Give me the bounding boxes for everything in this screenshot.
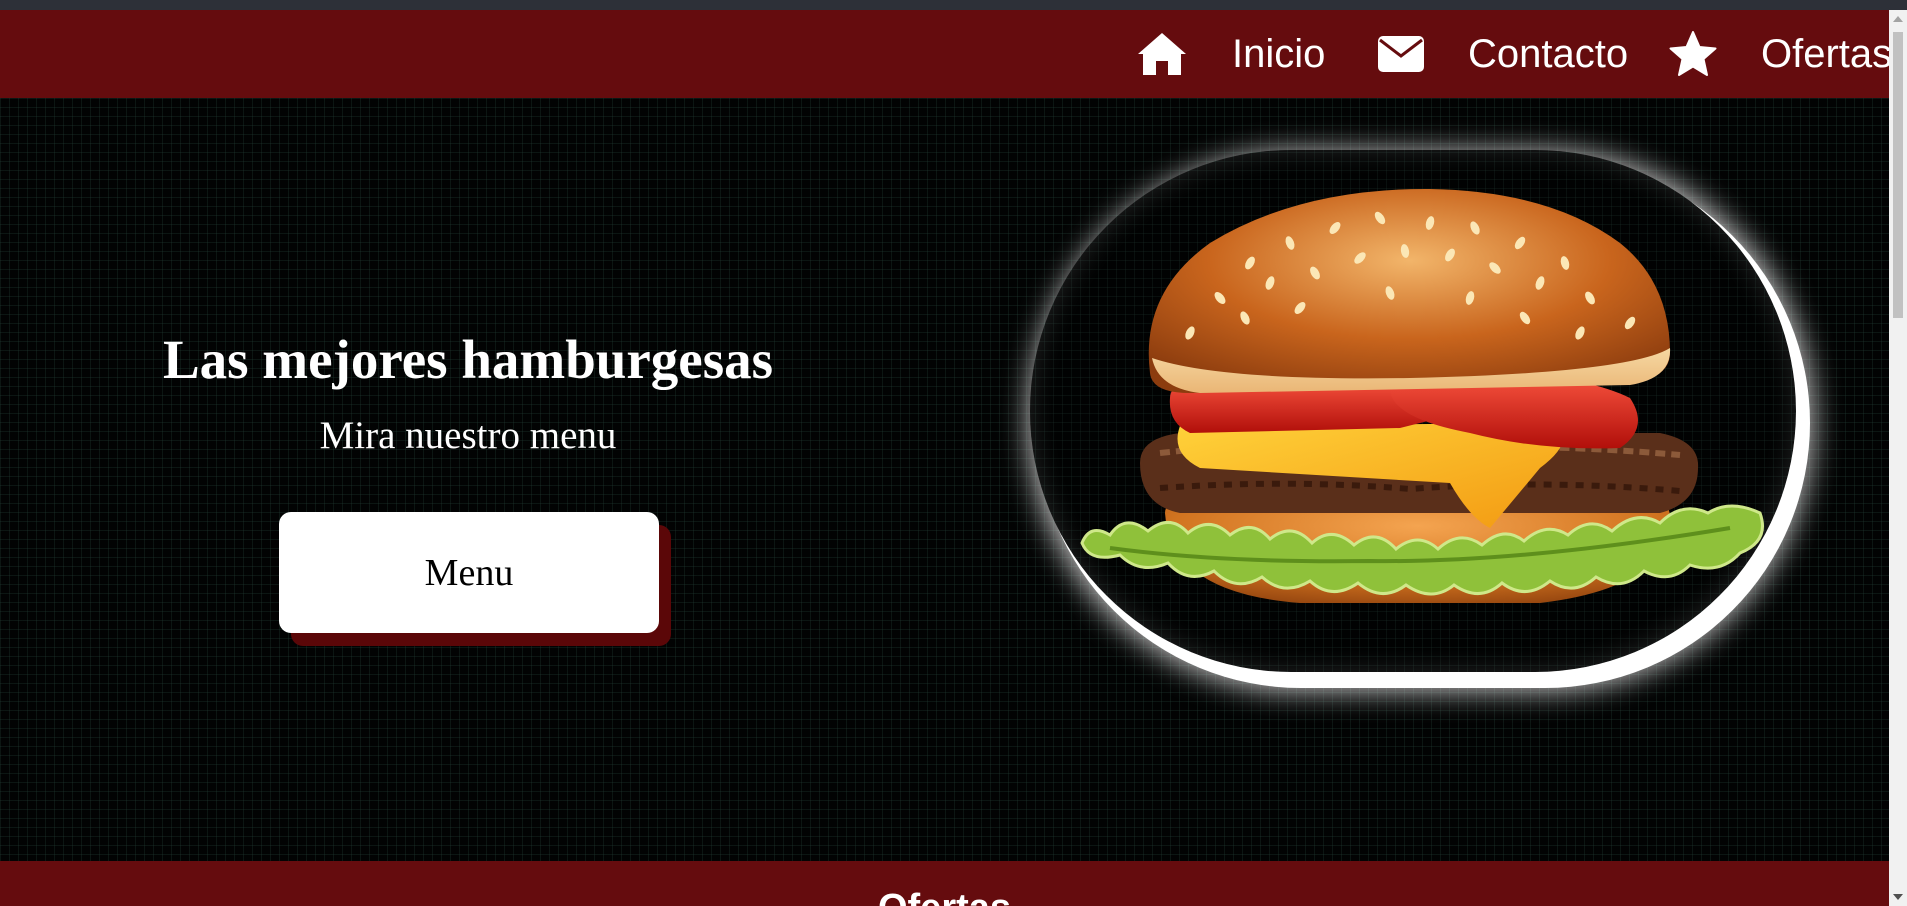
hamburger-image	[1080, 188, 1764, 603]
star-icon	[1669, 31, 1761, 77]
hero-title: Las mejores hamburgesas	[162, 329, 774, 390]
browser-top-strip	[0, 0, 1907, 10]
hero-subtitle: Mira nuestro menu	[319, 414, 617, 457]
envelope-icon	[1378, 36, 1468, 72]
scroll-up-arrow-icon[interactable]	[1893, 16, 1903, 22]
nav-link-inicio[interactable]: Inicio	[1136, 10, 1325, 98]
nav-link-ofertas[interactable]: Ofertas	[1669, 10, 1889, 98]
page-scrollbar[interactable]	[1889, 10, 1907, 906]
nav-label-inicio: Inicio	[1232, 31, 1326, 76]
nav-label-contacto: Contacto	[1468, 31, 1629, 76]
ofertas-section: Ofertas	[0, 861, 1889, 906]
scrollbar-thumb[interactable]	[1893, 32, 1903, 318]
scroll-down-arrow-icon[interactable]	[1893, 894, 1903, 900]
navbar: Inicio Contacto Ofertas	[0, 10, 1889, 98]
nav-label-ofertas: Ofertas	[1761, 31, 1889, 76]
hero-section: Las mejores hamburgesas Mira nuestro men…	[0, 98, 1889, 861]
menu-button[interactable]: Menu	[279, 512, 659, 633]
ofertas-section-title: Ofertas	[0, 887, 1889, 906]
nav-link-contacto[interactable]: Contacto	[1378, 10, 1628, 98]
home-icon	[1136, 31, 1232, 77]
